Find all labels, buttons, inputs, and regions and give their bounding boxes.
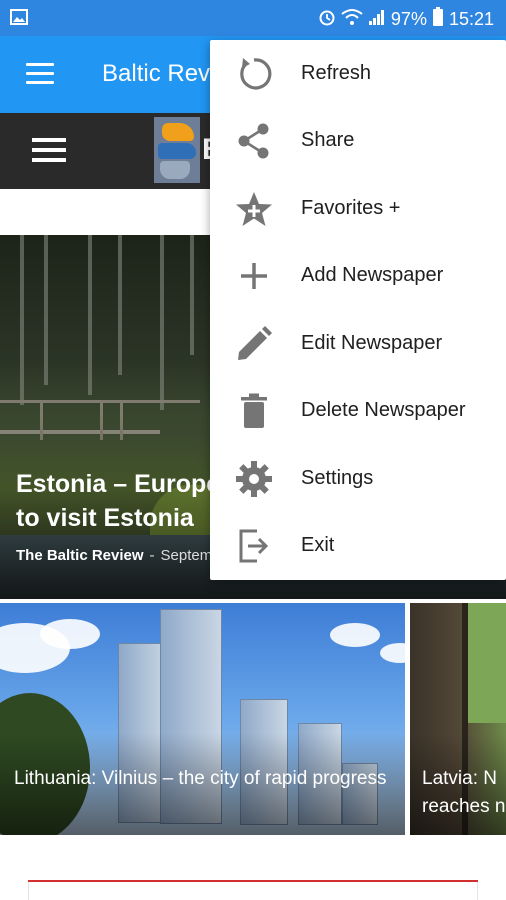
overflow-menu: Refresh Share Favorites + Add Newspaper <box>210 40 506 580</box>
menu-item-refresh[interactable]: Refresh <box>210 40 506 107</box>
meta-separator: - <box>149 547 155 564</box>
favorites-star-icon <box>235 190 273 228</box>
next-card-edge <box>28 882 478 900</box>
screen: 97% 15:21 Baltic Review B <box>0 0 506 900</box>
menu-item-settings[interactable]: Settings <box>210 445 506 512</box>
status-bar: 97% 15:21 <box>0 0 506 36</box>
menu-item-label: Refresh <box>301 62 372 84</box>
menu-item-label: Settings <box>301 467 374 489</box>
menu-item-label: Edit Newspaper <box>301 332 443 354</box>
article-card[interactable]: Latvia: Nreaches n <box>410 603 506 835</box>
menu-item-add-newspaper[interactable]: Add Newspaper <box>210 242 506 309</box>
menu-item-label: Favorites + <box>301 197 401 219</box>
hero-article-meta: The Baltic Review - Septem <box>16 547 212 564</box>
exit-icon <box>235 527 273 565</box>
navigation-menu-button[interactable] <box>26 63 54 85</box>
site-menu-button[interactable] <box>32 138 66 164</box>
plus-icon <box>235 257 273 295</box>
menu-item-favorites[interactable]: Favorites + <box>210 175 506 242</box>
article-card-title[interactable]: Latvia: Nreaches n <box>422 765 506 821</box>
gallery-notification-icon <box>10 9 28 30</box>
article-date: Septem <box>160 547 213 564</box>
battery-percent: 97% <box>390 9 427 29</box>
menu-item-label: Exit <box>301 534 335 556</box>
menu-item-label: Delete Newspaper <box>301 399 466 421</box>
clock: 15:21 <box>448 9 494 29</box>
article-source: The Baltic Review <box>16 547 144 564</box>
signal-icon <box>368 8 386 30</box>
battery-icon <box>432 7 444 31</box>
article-card[interactable]: Lithuania: Vilnius – the city of rapid p… <box>0 603 405 835</box>
site-logo[interactable] <box>154 117 200 183</box>
wifi-icon <box>341 8 363 30</box>
menu-item-exit[interactable]: Exit <box>210 512 506 579</box>
menu-item-label: Add Newspaper <box>301 264 444 286</box>
alarm-icon <box>318 8 336 30</box>
menu-item-edit-newspaper[interactable]: Edit Newspaper <box>210 310 506 377</box>
refresh-icon <box>235 55 273 93</box>
share-icon <box>235 122 273 160</box>
article-card-title[interactable]: Lithuania: Vilnius – the city of rapid p… <box>14 765 394 793</box>
menu-item-label: Share <box>301 129 355 151</box>
pencil-icon <box>235 325 273 363</box>
menu-item-delete-newspaper[interactable]: Delete Newspaper <box>210 377 506 444</box>
menu-item-share[interactable]: Share <box>210 107 506 174</box>
trash-icon <box>235 392 273 430</box>
gear-icon <box>235 460 273 498</box>
